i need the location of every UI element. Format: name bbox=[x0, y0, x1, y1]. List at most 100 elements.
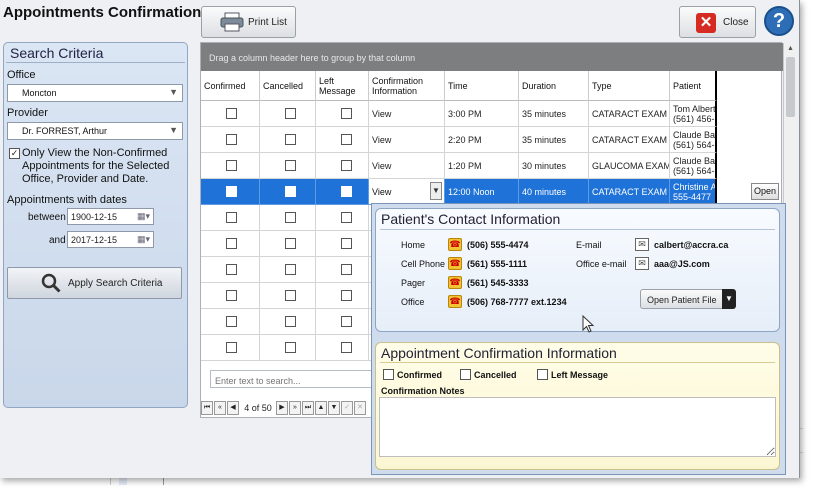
column-header-cancelled[interactable]: Cancelled bbox=[260, 71, 316, 101]
table-row[interactable]: View 2:20 PM 35 minutes CATARACT EXAM Claude… bbox=[201, 127, 783, 153]
calendar-icon[interactable]: ▦▾ bbox=[137, 234, 150, 245]
appointments-window: Appointments Confirmation List Print Lis… bbox=[0, 0, 800, 478]
cell-info[interactable]: View bbox=[372, 161, 391, 171]
table-row[interactable]: View ▼ 12:00 Noon 40 minutes CATARACT EXAM Ch… bbox=[201, 179, 783, 205]
prev-page-group-icon[interactable]: « bbox=[214, 401, 226, 415]
cell-info[interactable]: View bbox=[372, 109, 391, 119]
column-header-time[interactable]: Time bbox=[445, 71, 519, 101]
column-header-left-message[interactable]: Left Message bbox=[316, 71, 369, 101]
confirm-edit-icon[interactable]: ✓ bbox=[341, 401, 353, 415]
only-nonconfirmed-checkbox[interactable]: ✓ bbox=[9, 148, 20, 159]
column-header-confirmation-info[interactable]: Confirmation Information bbox=[369, 71, 445, 101]
end-date-input[interactable]: 2017-12-15 ▦▾ bbox=[67, 231, 154, 248]
cancelled-checkbox[interactable] bbox=[285, 108, 296, 119]
group-by-bar[interactable]: Drag a column header here to group by th… bbox=[201, 43, 783, 71]
left-message-checkbox[interactable] bbox=[341, 186, 352, 197]
left-message-checkbox[interactable] bbox=[341, 134, 352, 145]
column-header-type[interactable]: Type bbox=[589, 71, 670, 101]
help-icon[interactable]: ? bbox=[764, 6, 794, 36]
first-page-icon[interactable]: ⏮ bbox=[201, 401, 213, 415]
close-button[interactable]: ✕ Close bbox=[679, 6, 756, 38]
confirmed-checkbox[interactable] bbox=[383, 369, 394, 380]
cell-info[interactable]: View bbox=[372, 135, 391, 145]
prev-page-icon[interactable]: ◀ bbox=[227, 401, 239, 415]
phone-icon[interactable]: ☎ bbox=[448, 238, 462, 251]
move-down-icon[interactable]: ▼ bbox=[328, 401, 340, 415]
column-header-duration[interactable]: Duration bbox=[519, 71, 589, 101]
confirmed-checkbox[interactable] bbox=[226, 134, 237, 145]
next-page-icon[interactable]: ▶ bbox=[276, 401, 288, 415]
column-header-confirmed[interactable]: Confirmed bbox=[201, 71, 260, 101]
open-patient-file-button[interactable]: Open Patient File bbox=[640, 289, 735, 309]
grid-search-input[interactable] bbox=[210, 370, 375, 388]
left-message-checkbox[interactable] bbox=[341, 342, 352, 353]
table-cell: CATARACT EXAM bbox=[589, 127, 670, 153]
cancel-edit-icon[interactable]: ✕ bbox=[354, 401, 366, 415]
cancelled-checkbox[interactable] bbox=[285, 290, 296, 301]
apply-search-button[interactable]: Apply Search Criteria bbox=[7, 267, 182, 299]
confirmed-checkbox[interactable] bbox=[226, 264, 237, 275]
cancelled-checkbox[interactable] bbox=[285, 342, 296, 353]
table-row[interactable]: View 3:00 PM 35 minutes CATARACT EXAM Tom Al… bbox=[201, 101, 783, 127]
left-message-checkbox[interactable] bbox=[341, 264, 352, 275]
search-icon bbox=[41, 273, 61, 293]
table-cell bbox=[316, 179, 369, 205]
left-message-checkbox[interactable] bbox=[341, 108, 352, 119]
table-cell: CATARACT EXAM bbox=[589, 101, 670, 127]
cancelled-checkbox[interactable] bbox=[460, 369, 471, 380]
scrollbar-thumb[interactable] bbox=[786, 57, 795, 117]
chevron-down-icon[interactable]: ▼ bbox=[430, 182, 442, 200]
last-page-icon[interactable]: ⏭ bbox=[302, 401, 314, 415]
cancelled-checkbox[interactable] bbox=[285, 134, 296, 145]
start-date-input[interactable]: 1900-12-15 ▦▾ bbox=[67, 208, 154, 225]
cancelled-checkbox[interactable] bbox=[285, 160, 296, 171]
table-cell: Christine A 555-4477 bbox=[670, 179, 717, 205]
email-icon[interactable]: ✉ bbox=[635, 238, 649, 251]
table-cell bbox=[201, 101, 260, 127]
confirmed-checkbox[interactable] bbox=[226, 238, 237, 249]
left-message-checkbox[interactable] bbox=[341, 212, 352, 223]
provider-select[interactable]: Dr. FORREST, Arthur ▼ bbox=[7, 122, 183, 140]
phone-icon[interactable]: ☎ bbox=[448, 295, 462, 308]
confirmed-checkbox[interactable] bbox=[226, 342, 237, 353]
table-row[interactable]: View 1:20 PM 30 minutes GLAUCOMA EXAM Claude… bbox=[201, 153, 783, 179]
confirmed-checkbox[interactable] bbox=[226, 160, 237, 171]
close-label: Close bbox=[723, 17, 749, 28]
table-cell bbox=[201, 153, 260, 179]
table-cell bbox=[260, 101, 316, 127]
cancelled-checkbox[interactable] bbox=[285, 316, 296, 327]
left-message-checkbox[interactable] bbox=[341, 238, 352, 249]
table-cell bbox=[260, 335, 316, 361]
cancelled-checkbox[interactable] bbox=[285, 264, 296, 275]
cell-type: GLAUCOMA EXAM bbox=[592, 160, 670, 171]
cancelled-checkbox[interactable] bbox=[285, 212, 296, 223]
left-message-checkbox[interactable] bbox=[537, 369, 548, 380]
chevron-down-icon[interactable]: ▼ bbox=[722, 289, 736, 309]
left-message-checkbox[interactable] bbox=[341, 316, 352, 327]
next-page-group-icon[interactable]: » bbox=[289, 401, 301, 415]
phone-icon[interactable]: ☎ bbox=[448, 257, 462, 270]
left-message-checkbox[interactable] bbox=[341, 290, 352, 301]
search-criteria-heading: Search Criteria bbox=[10, 45, 104, 61]
email-icon[interactable]: ✉ bbox=[635, 257, 649, 270]
open-button[interactable]: Open bbox=[751, 183, 779, 200]
phone-icon[interactable]: ☎ bbox=[448, 276, 462, 289]
cell-info[interactable]: View bbox=[372, 187, 391, 197]
confirmed-checkbox[interactable] bbox=[226, 316, 237, 327]
calendar-icon[interactable]: ▦▾ bbox=[137, 211, 150, 222]
column-header-patient[interactable]: Patient bbox=[670, 71, 717, 101]
confirmed-checkbox[interactable] bbox=[226, 290, 237, 301]
confirmation-notes-input[interactable] bbox=[379, 397, 776, 457]
confirmed-checkbox[interactable] bbox=[226, 186, 237, 197]
table-cell: 35 minutes bbox=[519, 127, 589, 153]
cancelled-checkbox[interactable] bbox=[285, 186, 296, 197]
cancelled-checkbox[interactable] bbox=[285, 238, 296, 249]
confirmed-checkbox[interactable] bbox=[226, 212, 237, 223]
cell-time: 2:20 PM bbox=[448, 134, 482, 145]
print-list-button[interactable]: Print List bbox=[201, 6, 296, 38]
move-up-icon[interactable]: ▲ bbox=[315, 401, 327, 415]
confirmed-checkbox[interactable] bbox=[226, 108, 237, 119]
left-message-checkbox[interactable] bbox=[341, 160, 352, 171]
scroll-up-icon[interactable]: ▲ bbox=[787, 45, 794, 52]
office-select[interactable]: Moncton ▼ bbox=[7, 84, 183, 102]
